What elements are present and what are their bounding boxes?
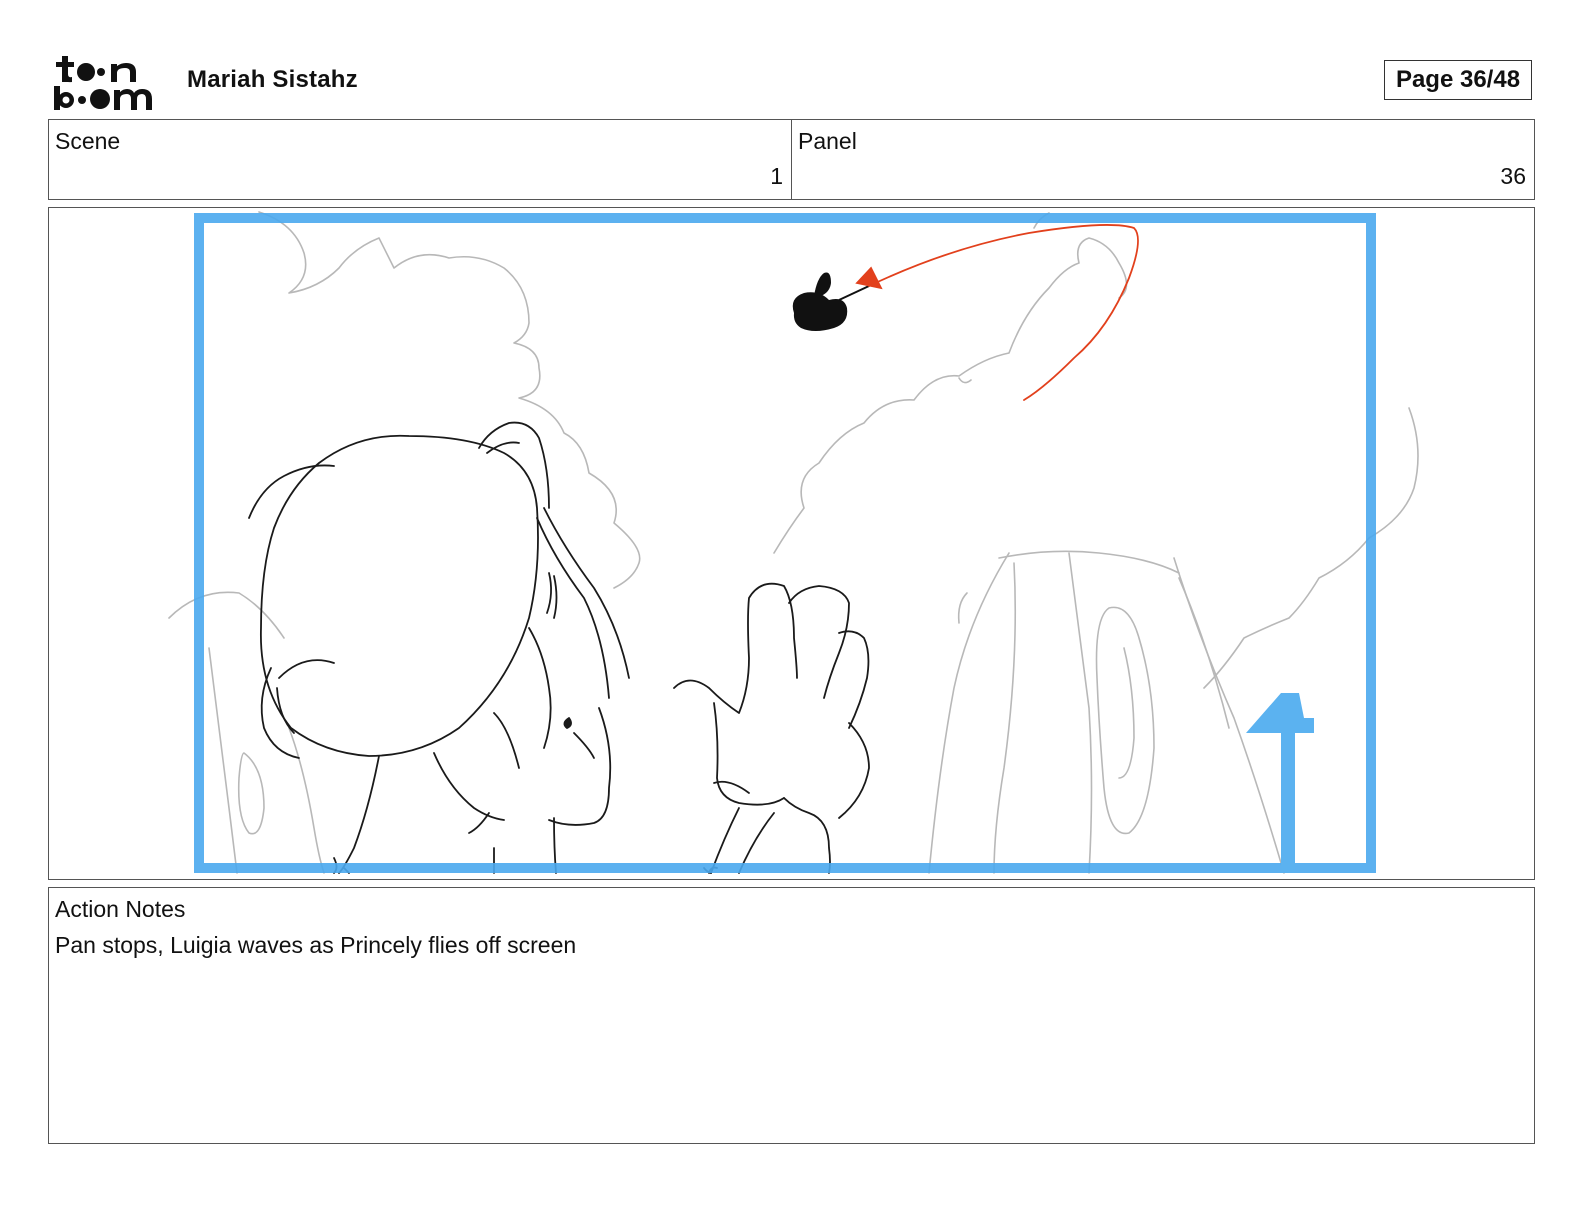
panel-value: 36	[1500, 163, 1526, 189]
character-sketch	[248, 421, 870, 874]
scene-cell: Scene 1	[49, 120, 791, 199]
action-notes-label: Action Notes	[55, 896, 186, 922]
trajectory-line	[855, 224, 1139, 401]
storyboard-panel	[48, 207, 1535, 880]
action-notes: Action Notes Pan stops, Luigia waves as …	[48, 887, 1535, 1144]
scene-panel-info: Scene 1 Panel 36	[48, 119, 1535, 200]
camera-frame	[194, 213, 1376, 873]
scene-value: 1	[770, 163, 783, 189]
toon-boom-logo	[52, 52, 164, 112]
action-notes-text: Pan stops, Luigia waves as Princely flie…	[55, 932, 577, 958]
scene-label: Scene	[55, 128, 121, 154]
panel-sketch	[168, 211, 1419, 874]
page-indicator: Page 36/48	[1384, 60, 1532, 100]
project-title: Mariah Sistahz	[187, 66, 358, 93]
logo-mark	[54, 56, 152, 110]
panel-cell: Panel 36	[791, 120, 1534, 199]
panel-label: Panel	[798, 128, 857, 154]
